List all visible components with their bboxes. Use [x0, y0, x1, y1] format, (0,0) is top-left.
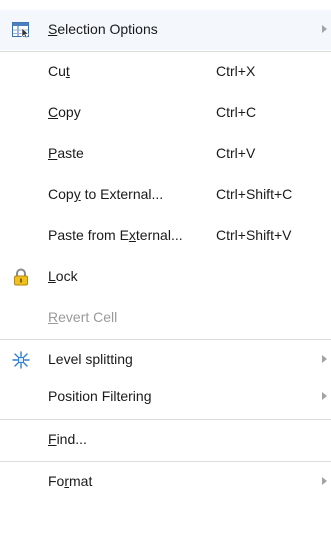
menu-item-selection-options[interactable]: Selection Options: [0, 10, 331, 50]
menu-item-find[interactable]: Find...: [0, 420, 331, 460]
menu-item-label: Format: [48, 473, 93, 489]
submenu-arrow-icon: [322, 477, 327, 485]
context-menu: Selection Options Cut Ctrl+X Copy Ctrl+C…: [0, 0, 331, 550]
shortcut-label: Ctrl+C: [216, 104, 257, 120]
menu-item-label: Level splitting: [48, 351, 133, 367]
menu-item-label: Lock: [48, 268, 78, 284]
menu-item-paste[interactable]: Paste Ctrl+V: [0, 134, 331, 174]
menu-item-format[interactable]: Format: [0, 462, 331, 502]
menu-item-label: Revert Cell: [48, 309, 118, 325]
submenu-arrow-icon: [322, 355, 327, 363]
submenu-arrow-icon: [322, 25, 327, 33]
shortcut-label: Ctrl+Shift+C: [216, 186, 293, 202]
menu-item-label: Copy to External...: [48, 186, 164, 202]
menu-item-label: Position Filtering: [48, 388, 152, 404]
menu-item-copy-to-external[interactable]: Copy to External... Ctrl+Shift+C: [0, 175, 331, 215]
menu-item-lock[interactable]: Lock: [0, 257, 331, 297]
menu-item-paste-from-external[interactable]: Paste from External... Ctrl+Shift+V: [0, 216, 331, 256]
selection-options-icon: [12, 21, 30, 39]
menu-item-level-splitting[interactable]: Level splitting: [0, 340, 331, 380]
submenu-arrow-icon: [322, 392, 327, 400]
menu-item-revert-cell: Revert Cell: [0, 298, 331, 338]
menu-item-label: Paste: [48, 145, 84, 161]
menu-item-label: Selection Options: [48, 21, 158, 37]
lock-icon: [12, 268, 30, 286]
menu-item-cut[interactable]: Cut Ctrl+X: [0, 52, 331, 92]
menu-item-label: Cut: [48, 63, 70, 79]
menu-item-label: Paste from External...: [48, 227, 183, 243]
level-splitting-icon: [12, 351, 30, 369]
shortcut-label: Ctrl+X: [216, 63, 256, 79]
menu-item-label: Find...: [48, 431, 87, 447]
menu-item-copy[interactable]: Copy Ctrl+C: [0, 93, 331, 133]
shortcut-label: Ctrl+Shift+V: [216, 227, 292, 243]
menu-item-label: Copy: [48, 104, 81, 120]
shortcut-label: Ctrl+V: [216, 145, 256, 161]
menu-item-position-filtering[interactable]: Position Filtering: [0, 377, 331, 417]
